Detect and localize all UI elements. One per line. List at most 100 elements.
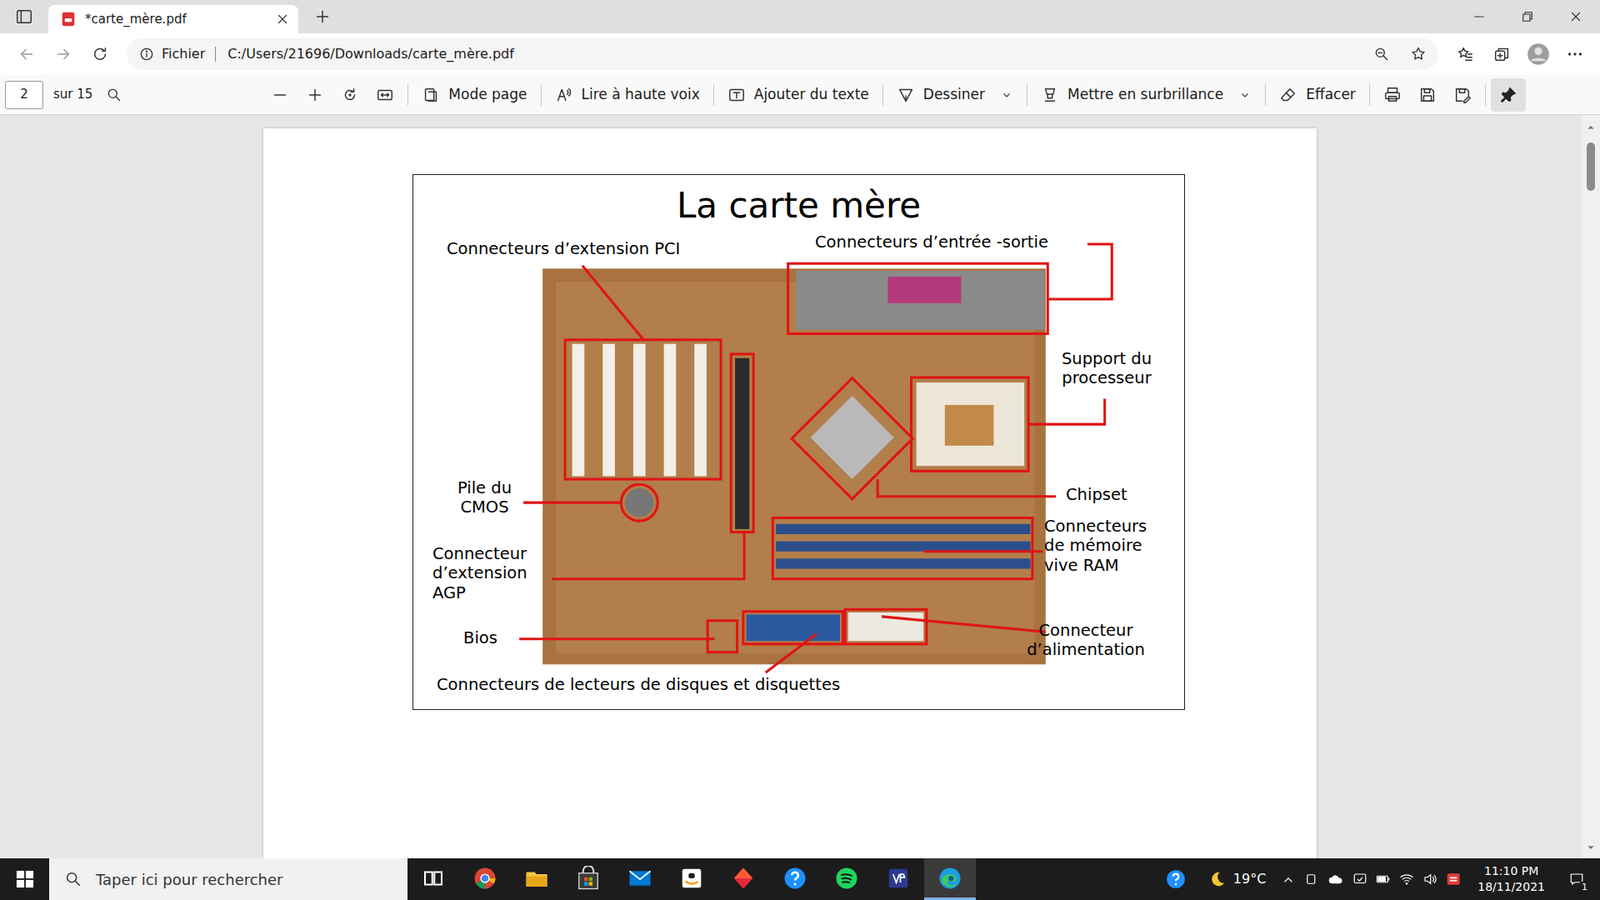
address-field[interactable]: FichierC:/Users/21696/Downloads/carte_mè…	[126, 38, 1439, 70]
toolbar-tool[interactable]: Mode page	[413, 79, 535, 111]
windows-logo-icon[interactable]	[15, 870, 35, 889]
tool-addtext-icon[interactable]	[727, 85, 746, 105]
taskbar-app[interactable]	[820, 858, 873, 900]
find-button[interactable]	[105, 84, 123, 106]
taskbar-app[interactable]	[459, 858, 511, 900]
close-icon[interactable]	[275, 11, 290, 27]
tray-icon[interactable]	[1422, 871, 1438, 887]
fit-width-icon[interactable]	[375, 85, 395, 105]
amazon-icon[interactable]	[679, 865, 705, 891]
pin-icon[interactable]	[1499, 85, 1518, 105]
zoom-icon[interactable]	[1373, 45, 1390, 63]
toolbar-tool[interactable]: Lire à haute voix	[546, 79, 709, 111]
scroll-down-icon[interactable]	[1585, 842, 1596, 853]
spotify-icon[interactable]	[834, 865, 860, 891]
chevron-down-icon[interactable]	[1000, 88, 1014, 102]
collections-icon[interactable]	[1492, 45, 1511, 64]
close-tab-button[interactable]	[275, 10, 290, 30]
taskbar-app[interactable]	[769, 858, 821, 900]
forward-button[interactable]	[45, 37, 82, 71]
taskbar-app[interactable]	[407, 858, 460, 900]
save-button[interactable]	[1410, 80, 1445, 110]
taskbar-search[interactable]: Taper ici pour rechercher	[49, 858, 408, 900]
close-window-button[interactable]	[1551, 0, 1600, 34]
taskbar-app[interactable]	[924, 858, 976, 900]
browser-tab[interactable]: *carte_mère.pdf	[48, 5, 299, 34]
restore-button[interactable]	[1503, 0, 1552, 34]
zoom-out-button[interactable]	[262, 80, 298, 110]
plus-icon[interactable]	[313, 7, 332, 26]
tray-icon[interactable]	[1399, 871, 1415, 887]
minimize-button[interactable]	[1455, 0, 1504, 34]
new-tab-button[interactable]	[298, 0, 347, 34]
start-button[interactable]	[0, 858, 50, 900]
toolbar-tool[interactable]: Ajouter du texte	[719, 79, 878, 111]
vpn-icon[interactable]	[885, 865, 911, 891]
help-icon[interactable]	[1165, 868, 1187, 890]
explorer-icon[interactable]	[524, 865, 550, 891]
rotate-icon[interactable]	[340, 85, 360, 105]
tab-actions-button[interactable]	[0, 0, 49, 34]
profile-icon[interactable]	[1526, 42, 1550, 66]
tray-icon[interactable]	[1375, 871, 1391, 887]
search-icon[interactable]	[105, 86, 123, 104]
refresh-button[interactable]	[81, 37, 119, 71]
toolbar-tool[interactable]: Effacer	[1270, 79, 1365, 111]
print-button[interactable]	[1375, 80, 1410, 110]
favorites-icon[interactable]	[1455, 45, 1475, 64]
tool-modepage-icon[interactable]	[421, 85, 440, 105]
tray-icon[interactable]	[1304, 871, 1320, 887]
forward-icon[interactable]	[54, 45, 73, 64]
taskbar-app[interactable]	[562, 858, 615, 900]
language-icon[interactable]	[1445, 870, 1463, 888]
add-favorite-icon[interactable]	[1410, 45, 1427, 63]
edge-icon[interactable]	[937, 865, 963, 891]
print-icon[interactable]	[1383, 85, 1402, 105]
menu-button[interactable]	[1556, 37, 1594, 71]
taskbar-app[interactable]	[510, 858, 563, 900]
more-icon[interactable]	[1565, 45, 1585, 64]
toolbar-tool[interactable]: Dessiner	[888, 79, 1022, 111]
fit-width-button[interactable]	[367, 80, 403, 110]
taskbar-app[interactable]	[717, 858, 770, 900]
anydo-icon[interactable]	[730, 865, 756, 891]
notification-button[interactable]: 1	[1560, 858, 1594, 900]
minimize-icon[interactable]	[1471, 9, 1487, 25]
minus-icon[interactable]	[270, 85, 290, 105]
help-icon[interactable]	[782, 865, 808, 891]
save-as-button[interactable]	[1445, 80, 1480, 110]
close-icon[interactable]	[1568, 9, 1584, 25]
mail-icon[interactable]	[627, 865, 653, 891]
search-icon[interactable]	[64, 870, 83, 889]
restore-icon[interactable]	[1520, 9, 1535, 25]
taskbar-app[interactable]	[614, 858, 666, 900]
cloud-icon[interactable]	[1327, 871, 1345, 887]
weather[interactable]: 19°C	[1208, 869, 1267, 890]
vertical-scrollbar[interactable]	[1581, 115, 1600, 859]
chrome-icon[interactable]	[472, 865, 498, 891]
save-as-icon[interactable]	[1453, 85, 1472, 105]
page-number-field[interactable]: 2	[5, 80, 44, 110]
tool-draw-icon[interactable]	[896, 85, 915, 105]
back-icon[interactable]	[17, 45, 36, 64]
tool-erase-icon[interactable]	[1279, 85, 1298, 105]
taskview-icon[interactable]	[420, 865, 446, 891]
save-icon[interactable]	[1418, 85, 1437, 105]
tray-icon[interactable]	[1352, 871, 1368, 887]
tool-read-icon[interactable]	[555, 85, 574, 105]
refresh-icon[interactable]	[90, 45, 110, 64]
zoom-in-button[interactable]	[297, 80, 333, 110]
rotate-button[interactable]	[332, 80, 368, 110]
favorites-button[interactable]	[1446, 37, 1484, 71]
scroll-up-icon[interactable]	[1585, 122, 1596, 133]
scroll-thumb[interactable]	[1586, 142, 1595, 191]
clock[interactable]: 11:10 PM18/11/2021	[1470, 863, 1552, 895]
pin-toolbar-button[interactable]	[1490, 78, 1526, 112]
tool-highlight-icon[interactable]	[1040, 85, 1060, 105]
toolbar-tool[interactable]: Mettre en surbrillance	[1032, 79, 1260, 111]
taskbar-app[interactable]	[665, 858, 718, 900]
store-icon[interactable]	[575, 865, 601, 891]
plus-icon[interactable]	[305, 85, 325, 105]
taskbar-app[interactable]	[872, 858, 925, 900]
back-button[interactable]	[8, 37, 45, 71]
